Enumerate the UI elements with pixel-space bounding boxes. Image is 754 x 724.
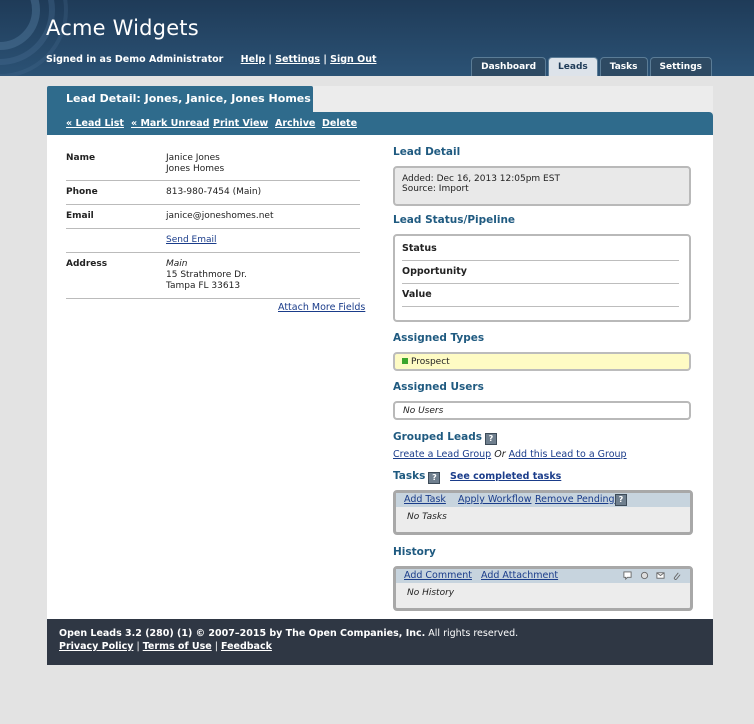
pipeline-box: Status Opportunity Value xyxy=(393,234,691,322)
address-type: Main xyxy=(166,259,188,269)
grouped-leads-title: Grouped Leads xyxy=(393,431,482,443)
phone-row: Phone 813-980-7454 (Main) xyxy=(66,187,360,205)
app-title: Acme Widgets xyxy=(46,16,199,40)
help-icon[interactable]: ? xyxy=(428,472,441,484)
page-footer: Open Leads 3.2 (280) (1) © 2007–2015 by … xyxy=(47,619,713,665)
send-email-row: Send Email xyxy=(66,235,360,253)
help-link[interactable]: Help xyxy=(241,54,265,65)
attachment-icon[interactable] xyxy=(672,571,681,580)
remove-pending-link[interactable]: Remove Pending xyxy=(535,493,615,507)
phone-icon[interactable] xyxy=(640,571,649,580)
no-tasks-text: No Tasks xyxy=(407,512,447,522)
value-field: Value xyxy=(402,283,679,307)
lead-action-bar: « Lead List « Mark Unread Print View Arc… xyxy=(47,112,713,135)
history-toolbar: Add Comment Add Attachment xyxy=(396,569,690,583)
assigned-types-heading: Assigned Types xyxy=(393,332,485,344)
settings-link[interactable]: Settings xyxy=(275,54,320,65)
app-header: Acme Widgets Signed in as Demo Administr… xyxy=(0,0,754,76)
lead-detail-heading: Lead Detail xyxy=(393,146,461,158)
tasks-box: Add Task Apply Workflow Remove Pending ?… xyxy=(393,490,693,535)
tasks-heading: Tasks? See completed tasks xyxy=(393,470,561,484)
main-nav-tabs: Dashboard Leads Tasks Settings xyxy=(471,57,712,76)
panel-strip xyxy=(313,86,713,112)
status-field: Status xyxy=(402,237,679,261)
copyright-prefix: Open Leads 3.2 (280) (1) © 2007–2015 by xyxy=(59,628,286,639)
or-text: Or xyxy=(494,449,506,460)
help-icon[interactable]: ? xyxy=(484,433,497,445)
copyright-text: Open Leads 3.2 (280) (1) © 2007–2015 by … xyxy=(59,628,518,639)
name-value: Janice Jones Jones Homes xyxy=(166,153,224,175)
tab-dashboard[interactable]: Dashboard xyxy=(471,57,547,76)
send-email-link[interactable]: Send Email xyxy=(166,235,217,246)
tab-leads[interactable]: Leads xyxy=(548,57,598,76)
create-lead-group-link[interactable]: Create a Lead Group xyxy=(393,449,491,460)
tasks-toolbar: Add Task Apply Workflow Remove Pending ? xyxy=(396,493,690,507)
add-comment-link[interactable]: Add Comment xyxy=(404,569,472,583)
add-to-group-link[interactable]: Add this Lead to a Group xyxy=(509,449,627,460)
group-links: Create a Lead Group Or Add this Lead to … xyxy=(393,449,627,460)
feedback-link[interactable]: Feedback xyxy=(221,641,272,652)
privacy-policy-link[interactable]: Privacy Policy xyxy=(59,641,133,652)
assigned-users-heading: Assigned Users xyxy=(393,381,484,393)
footer-links: Privacy Policy | Terms of Use | Feedback xyxy=(59,641,272,652)
apply-workflow-link[interactable]: Apply Workflow xyxy=(458,493,531,507)
no-users-text: No Users xyxy=(403,406,444,416)
address-line1: 15 Strathmore Dr. xyxy=(166,270,247,280)
lead-source: Source: Import xyxy=(402,184,469,194)
terms-of-use-link[interactable]: Terms of Use xyxy=(143,641,212,652)
tasks-title: Tasks xyxy=(393,470,426,482)
delete-link[interactable]: Delete xyxy=(322,118,357,129)
name-label: Name xyxy=(66,153,96,163)
type-color-swatch xyxy=(402,358,408,364)
history-heading: History xyxy=(393,546,436,558)
lead-detail-title: Lead Detail: Jones, Janice, Jones Homes xyxy=(47,86,313,112)
history-box: Add Comment Add Attachment No History xyxy=(393,566,693,611)
email-value: janice@joneshomes.net xyxy=(166,211,274,221)
tab-settings[interactable]: Settings xyxy=(649,57,712,76)
opportunity-field: Opportunity xyxy=(402,260,679,284)
tab-tasks[interactable]: Tasks xyxy=(599,57,648,76)
address-line2: Tampa FL 33613 xyxy=(166,281,241,291)
lead-list-link[interactable]: « Lead List xyxy=(66,118,124,129)
mail-icon[interactable] xyxy=(656,571,665,580)
signin-text: Signed in as Demo Administrator xyxy=(46,54,224,65)
pipeline-heading: Lead Status/Pipeline xyxy=(393,214,516,226)
address-value: Main 15 Strathmore Dr. Tampa FL 33613 xyxy=(166,259,247,292)
add-task-link[interactable]: Add Task xyxy=(404,493,446,507)
phone-label: Phone xyxy=(66,187,98,197)
lead-detail-box: Added: Dec 16, 2013 12:05pm EST Source: … xyxy=(393,166,691,206)
assigned-users-box[interactable]: No Users xyxy=(393,401,691,420)
address-label: Address xyxy=(66,259,108,269)
lead-content: Name Janice Jones Jones Homes Phone 813-… xyxy=(47,135,713,619)
added-date: Added: Dec 16, 2013 12:05pm EST xyxy=(402,174,560,184)
help-icon[interactable]: ? xyxy=(615,494,627,506)
contact-name: Janice Jones xyxy=(166,153,220,163)
grouped-leads-heading: Grouped Leads? xyxy=(393,431,497,445)
comment-icon[interactable] xyxy=(623,571,632,580)
assigned-type-box[interactable]: Prospect xyxy=(393,352,691,371)
email-row: Email janice@joneshomes.net xyxy=(66,211,360,229)
add-attachment-link[interactable]: Add Attachment xyxy=(481,569,558,583)
company-name: The Open Companies, Inc. xyxy=(285,628,426,639)
assigned-type-label: Prospect xyxy=(411,357,450,367)
mark-unread-link[interactable]: « Mark Unread xyxy=(131,118,209,129)
phone-value: 813-980-7454 (Main) xyxy=(166,187,262,197)
copyright-suffix: All rights reserved. xyxy=(425,628,519,639)
sign-out-link[interactable]: Sign Out xyxy=(330,54,376,65)
address-row: Address Main 15 Strathmore Dr. Tampa FL … xyxy=(66,259,360,299)
contact-company: Jones Homes xyxy=(166,164,225,174)
archive-link[interactable]: Archive xyxy=(275,118,315,129)
no-history-text: No History xyxy=(407,588,455,598)
attach-more-fields-link[interactable]: Attach More Fields xyxy=(278,302,365,313)
print-view-link[interactable]: Print View xyxy=(213,118,268,129)
name-row: Name Janice Jones Jones Homes xyxy=(66,153,360,181)
see-completed-tasks-link[interactable]: See completed tasks xyxy=(450,471,561,482)
signin-bar: Signed in as Demo Administrator Help | S… xyxy=(46,54,377,65)
email-label: Email xyxy=(66,211,94,221)
